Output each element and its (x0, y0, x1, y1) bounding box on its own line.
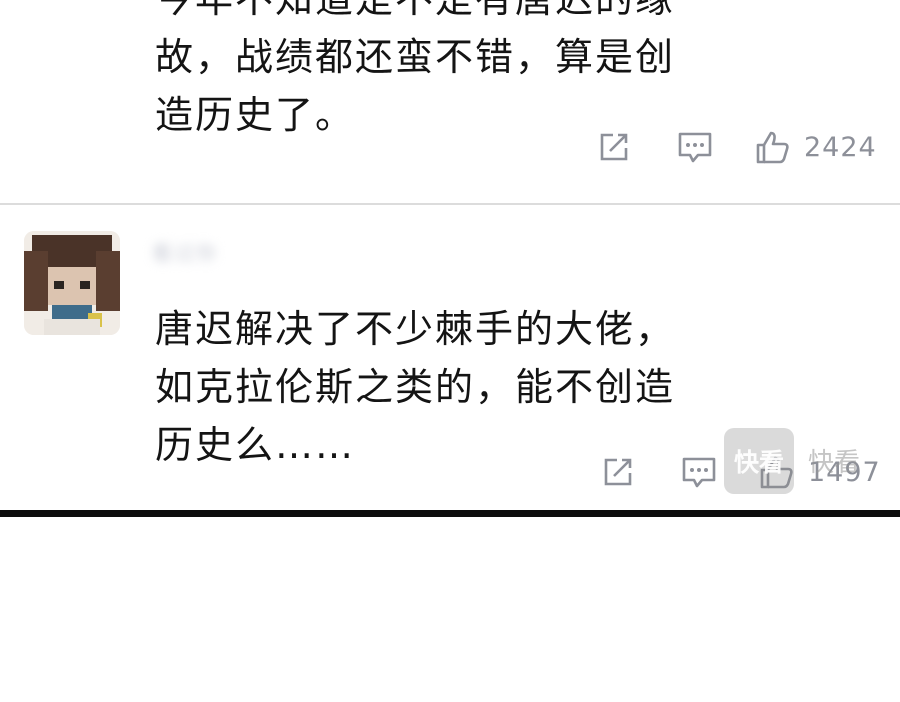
share-button[interactable] (596, 127, 632, 167)
comment-text: 今年不知道是不是有唐迟的缘 故，战绩都还蛮不错，算是创 造历史了。 (155, 0, 775, 144)
username[interactable]: 看过你 (152, 235, 256, 271)
comment-text: 唐迟解决了不少棘手的大佬， 如克拉伦斯之类的，能不创造 历史么…… (155, 300, 775, 474)
like-count: 1497 (808, 456, 881, 488)
panel-border (0, 510, 900, 517)
reply-button[interactable] (680, 452, 718, 492)
comment-actions: 2424 (596, 127, 886, 167)
comment-text-line: 故，战绩都还蛮不错，算是创 (155, 35, 676, 79)
thumbs-up-icon (756, 131, 789, 164)
avatar[interactable] (24, 231, 120, 335)
like-button[interactable]: 1497 (758, 452, 881, 492)
reply-button[interactable] (676, 127, 714, 167)
comment-icon (682, 457, 716, 488)
comment-item: 看过你 唐迟解决了不少棘手的大佬， 如克拉伦斯之类的，能不创造 历史么…… 14… (0, 205, 900, 511)
comment-text-line: 唐迟解决了不少棘手的大佬， (155, 307, 676, 351)
thumbs-up-icon (760, 456, 793, 489)
comment-icon (678, 132, 712, 163)
avatar-image (24, 231, 120, 335)
share-icon (604, 458, 632, 486)
comment-item: 今年不知道是不是有唐迟的缘 故，战绩都还蛮不错，算是创 造历史了。 2424 (0, 0, 900, 203)
like-count: 2424 (804, 131, 877, 163)
comment-text-line: 今年不知道是不是有唐迟的缘 (155, 0, 775, 28)
comment-actions: 1497 (600, 452, 890, 492)
share-icon (600, 133, 628, 161)
share-button[interactable] (600, 452, 636, 492)
like-button[interactable]: 2424 (754, 127, 877, 167)
comment-text-line: 如克拉伦斯之类的，能不创造 (155, 365, 676, 409)
